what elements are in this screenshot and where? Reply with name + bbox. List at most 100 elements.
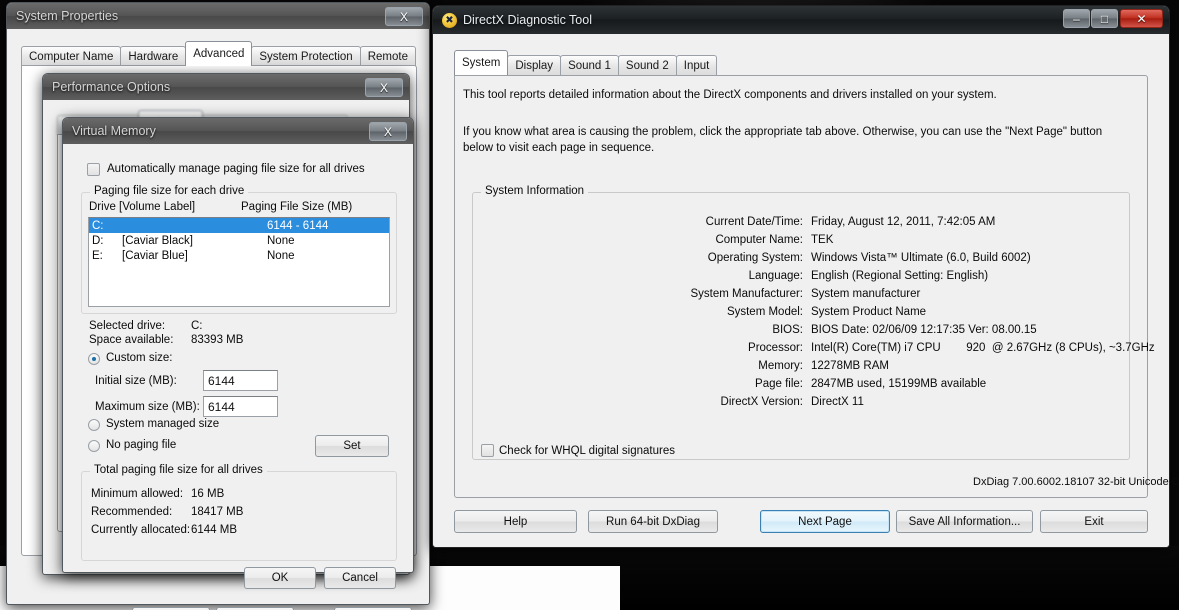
info-value: Friday, August 12, 2011, 7:42:05 AM [811, 216, 996, 228]
system-managed-size-label: System managed size [106, 418, 220, 430]
tab-display[interactable]: Display [507, 55, 562, 75]
info-value: Windows Vista™ Ultimate (6.0, Build 6002… [811, 252, 1031, 264]
custom-size-radio[interactable] [88, 353, 100, 365]
desktop: System Properties X Computer Name Hardwa… [0, 0, 1179, 610]
virtual-memory-titlebar[interactable]: Virtual Memory X [63, 118, 413, 144]
exit-button[interactable]: Exit [1040, 510, 1148, 533]
tab-input[interactable]: Input [675, 55, 718, 75]
minimum-allowed-label: Minimum allowed: [91, 488, 184, 500]
paging-column-header-drive: Drive [Volume Label] [89, 201, 196, 213]
virtual-memory-ok-button[interactable]: OK [244, 567, 316, 589]
info-label: Language: [748, 270, 803, 282]
drive-letter: E: [92, 249, 103, 262]
initial-size-input[interactable]: 6144 [203, 370, 278, 391]
info-label: DirectX Version: [720, 396, 803, 408]
virtual-memory-title: Virtual Memory [72, 124, 156, 138]
total-paging-group-title: Total paging file size for all drives [90, 464, 267, 476]
performance-options-titlebar[interactable]: Performance Options X [43, 74, 409, 100]
info-label: System Model: [726, 306, 803, 318]
whql-signatures-label: Check for WHQL digital signatures [499, 445, 675, 457]
help-button[interactable]: Help [454, 510, 577, 533]
info-label: Operating System: [707, 252, 803, 264]
system-properties-titlebar[interactable]: System Properties X [7, 3, 429, 29]
drive-letter: D: [92, 234, 104, 247]
table-row[interactable]: E: [Caviar Blue] None [89, 248, 389, 263]
system-properties-title: System Properties [16, 9, 119, 23]
paging-file-group-title: Paging file size for each drive [90, 185, 249, 197]
no-paging-file-label: No paging file [106, 439, 177, 451]
selected-drive-label: Selected drive: [89, 320, 166, 332]
info-value: TEK [811, 234, 834, 246]
close-button[interactable]: ✕ [1120, 9, 1163, 28]
tab-remote[interactable]: Remote [359, 46, 416, 66]
recommended-value: 18417 MB [191, 506, 244, 518]
paging-column-header-size: Paging File Size (MB) [241, 201, 353, 213]
tab-sound-2[interactable]: Sound 2 [617, 55, 677, 75]
currently-allocated-label: Currently allocated: [91, 524, 191, 536]
dxdiag-copyright: DxDiag 7.00.6002.18107 32-bit Unicode Co… [973, 476, 1179, 488]
tab-computer-name[interactable]: Computer Name [21, 46, 122, 66]
save-all-information-button[interactable]: Save All Information... [896, 510, 1033, 533]
info-value: 2847MB used, 15199MB available [811, 378, 987, 390]
virtual-memory-window: Virtual Memory X Automatically manage pa… [62, 117, 414, 589]
minimum-allowed-value: 16 MB [191, 488, 225, 500]
dxdiag-titlebar[interactable]: DirectX Diagnostic Tool – □ ✕ [433, 6, 1169, 34]
info-value: BIOS Date: 02/06/09 12:17:35 Ver: 08.00.… [811, 324, 1037, 336]
no-paging-file-radio[interactable] [88, 440, 100, 452]
drive-volume-label: [Caviar Blue] [122, 249, 188, 262]
dxdiag-intro-line1: This tool reports detailed information a… [463, 89, 997, 101]
drive-paging-size: None [267, 234, 295, 247]
tab-sound-1[interactable]: Sound 1 [560, 55, 619, 75]
auto-manage-paging-checkbox[interactable] [87, 163, 100, 176]
run-64bit-dxdiag-button[interactable]: Run 64-bit DxDiag [588, 510, 718, 533]
drive-paging-size: 6144 - 6144 [267, 219, 329, 232]
maximum-size-label: Maximum size (MB): [95, 401, 200, 413]
drive-volume-label: [Caviar Black] [122, 234, 193, 247]
table-row[interactable]: D: [Caviar Black] None [89, 233, 389, 248]
info-value: Intel(R) Core(TM) i7 CPU 920 @ 2.67GHz (… [811, 342, 1155, 354]
dxdiag-window: DirectX Diagnostic Tool – □ ✕ System Dis… [432, 5, 1179, 548]
virtual-memory-cancel-button[interactable]: Cancel [324, 567, 396, 589]
maximum-size-input[interactable]: 6144 [203, 396, 278, 417]
currently-allocated-value: 6144 MB [191, 524, 238, 536]
maximize-button[interactable]: □ [1091, 9, 1118, 28]
whql-signatures-checkbox[interactable] [481, 444, 494, 457]
info-value: English (Regional Setting: English) [811, 270, 989, 282]
space-available-value: 83393 MB [191, 334, 244, 346]
system-managed-size-radio[interactable] [88, 419, 100, 431]
system-properties-tabstrip: Computer Name Hardware Advanced System P… [21, 41, 416, 66]
table-row[interactable]: C: 6144 - 6144 [89, 218, 389, 233]
tab-hardware[interactable]: Hardware [120, 46, 187, 66]
tab-advanced[interactable]: Advanced [185, 41, 253, 66]
info-label: Processor: [748, 342, 803, 354]
dxdiag-tabstrip: System Display Sound 1 Sound 2 Input [454, 50, 718, 75]
info-label: Computer Name: [715, 234, 803, 246]
system-properties-close-button[interactable]: X [385, 7, 423, 26]
space-available-label: Space available: [89, 334, 174, 346]
info-value: System manufacturer [811, 288, 921, 300]
recommended-label: Recommended: [91, 506, 173, 518]
info-value: 12278MB RAM [811, 360, 889, 372]
tab-system-protection[interactable]: System Protection [251, 46, 361, 66]
performance-options-close-button[interactable]: X [365, 78, 403, 97]
info-label: System Manufacturer: [690, 288, 803, 300]
performance-options-title: Performance Options [52, 80, 171, 94]
virtual-memory-body: Automatically manage paging file size fo… [63, 144, 413, 589]
selected-drive-value: C: [191, 320, 203, 332]
dxdiag-title: DirectX Diagnostic Tool [463, 13, 592, 27]
paging-drive-listbox[interactable]: C: 6144 - 6144 D: [Caviar Black] None E:… [88, 217, 390, 307]
drive-paging-size: None [267, 249, 295, 262]
system-information-group-title: System Information [481, 185, 589, 197]
tab-system[interactable]: System [454, 50, 509, 75]
info-label: Memory: [758, 360, 803, 372]
virtual-memory-close-button[interactable]: X [369, 122, 407, 141]
info-label: Current Date/Time: [705, 216, 803, 228]
dxdiag-intro-line2: If you know what area is causing the pro… [463, 126, 1103, 154]
minimize-button[interactable]: – [1063, 9, 1090, 28]
info-value: System Product Name [811, 306, 927, 318]
set-button[interactable]: Set [315, 435, 389, 457]
custom-size-label: Custom size: [106, 352, 173, 364]
dxdiag-body: System Display Sound 1 Sound 2 Input Thi… [433, 34, 1179, 547]
auto-manage-paging-label: Automatically manage paging file size fo… [107, 163, 365, 175]
next-page-button[interactable]: Next Page [760, 510, 890, 533]
